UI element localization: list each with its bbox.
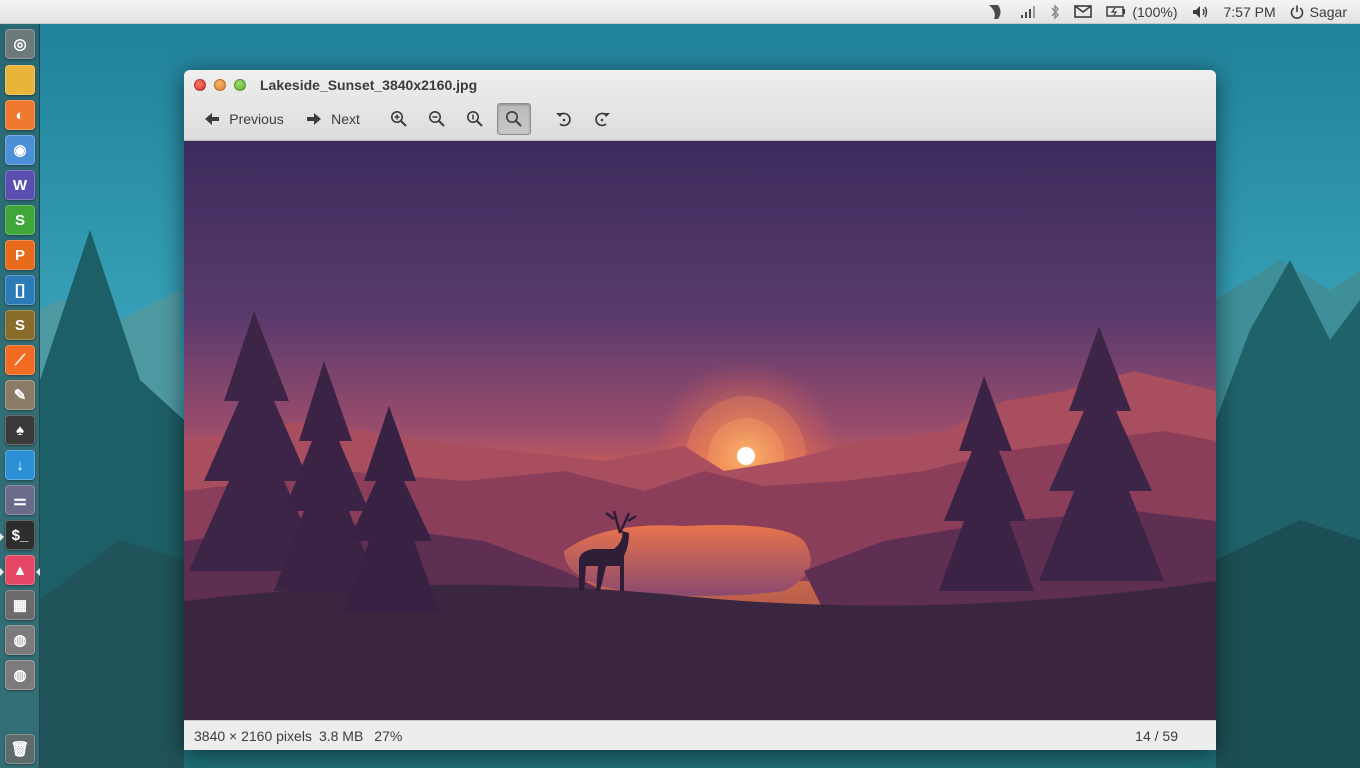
next-label: Next [331, 111, 360, 127]
user-name: Sagar [1309, 3, 1347, 20]
bluetooth-indicator[interactable] [1043, 0, 1067, 24]
postman-icon[interactable]: ⟋ [5, 345, 35, 375]
zoom-in-button[interactable] [383, 103, 415, 135]
image-position: 14 / 59 [1135, 728, 1178, 744]
toolbar: Previous Next [184, 100, 1216, 141]
session-indicator[interactable]: Sagar [1283, 0, 1354, 24]
rotate-right-button[interactable] [586, 103, 618, 135]
image-dimensions: 3840 × 2160 pixels [194, 728, 312, 744]
zoom-normal-button[interactable] [459, 103, 491, 135]
gimp-icon[interactable]: ✎ [5, 380, 35, 410]
arrow-right-icon [307, 113, 322, 125]
volume-icon [1192, 5, 1207, 18]
rotate-left-icon [556, 112, 571, 127]
chrome-icon[interactable]: ◉ [5, 135, 35, 165]
launcher: ◎ ◐ ◉ W S P[] S ⟋ ✎ ♠ ↓ ⚌ $_ ▲ ▦ ◍ ◍ 🗑 [0, 24, 40, 768]
firefox-icon[interactable]: ◐ [5, 100, 35, 130]
running-app-pip [0, 533, 4, 541]
files-icon[interactable] [5, 65, 35, 95]
signal-icon [1021, 5, 1036, 18]
zoom-out-button[interactable] [421, 103, 453, 135]
image-display[interactable] [184, 141, 1216, 720]
zoom-level: 27% [374, 728, 403, 744]
power-icon [1290, 5, 1303, 19]
clock-text: 7:57 PM [1223, 3, 1276, 20]
previous-button[interactable]: Previous [198, 103, 290, 135]
lakeside-sunset-image [184, 141, 1216, 720]
envelope-icon [1074, 5, 1093, 18]
sublime-text-icon[interactable]: S [5, 310, 35, 340]
status-bar: 3840 × 2160 pixels 3.8 MB 27% 14 / 59 [184, 720, 1216, 750]
image-viewer-icon[interactable]: ▲ [5, 555, 35, 585]
terminal-icon[interactable]: $_ [5, 520, 35, 550]
ubuntu-dash-icon[interactable]: ◎ [5, 29, 35, 59]
messaging-icon [989, 4, 1001, 19]
battery-icon [1106, 6, 1126, 17]
bluetooth-icon [1051, 3, 1060, 20]
best-fit-button[interactable] [497, 103, 531, 135]
trash-icon[interactable]: 🗑 [5, 734, 35, 764]
disk-drive-2-icon[interactable]: ◍ [5, 660, 35, 690]
minimize-window-button[interactable] [214, 79, 226, 91]
zoom-out-icon [429, 111, 445, 127]
image-viewer-window: Lakeside_Sunset_3840x2160.jpg Previous N… [184, 70, 1216, 750]
focused-app-pip [36, 568, 40, 576]
telepathy-indicator[interactable] [979, 0, 1013, 24]
title-bar[interactable]: Lakeside_Sunset_3840x2160.jpg [184, 70, 1216, 100]
battery-indicator[interactable]: (100%) [1099, 0, 1184, 24]
wps-spreadsheets-icon[interactable]: S [5, 205, 35, 235]
previous-label: Previous [229, 111, 284, 127]
close-window-button[interactable] [194, 79, 206, 91]
sound-indicator[interactable] [1185, 0, 1217, 24]
network-indicator[interactable] [1013, 0, 1043, 24]
download-manager-icon[interactable]: ↓ [5, 450, 35, 480]
battery-percentage: (100%) [1132, 3, 1178, 20]
arrow-left-icon [205, 113, 220, 125]
disk-drive-icon[interactable]: ◍ [5, 625, 35, 655]
clock-indicator[interactable]: 7:57 PM [1217, 0, 1283, 24]
wps-writer-icon[interactable]: W [5, 170, 35, 200]
settings-toggle-icon[interactable]: ⚌ [5, 485, 35, 515]
zoom-fit-icon [506, 111, 522, 127]
workspace-switcher-icon[interactable]: ▦ [5, 590, 35, 620]
rotate-left-button[interactable] [548, 103, 580, 135]
maximize-window-button[interactable] [234, 79, 246, 91]
rotate-right-icon [595, 112, 610, 127]
zoom-in-icon [391, 111, 407, 127]
mail-indicator[interactable] [1067, 0, 1099, 24]
zoom-original-icon [467, 111, 483, 127]
next-button[interactable]: Next [300, 103, 366, 135]
running-app-pip [0, 568, 4, 576]
top-panel: (100%) 7:57 PM Sagar [0, 0, 1360, 24]
brackets-icon[interactable]: [] [5, 275, 35, 305]
file-size: 3.8 MB [318, 728, 364, 744]
window-title: Lakeside_Sunset_3840x2160.jpg [260, 77, 478, 93]
inkscape-icon[interactable]: ♠ [5, 415, 35, 445]
image-info: 3840 × 2160 pixels 3.8 MB 27% [194, 728, 409, 744]
wps-presentation-icon[interactable]: P [5, 240, 35, 270]
